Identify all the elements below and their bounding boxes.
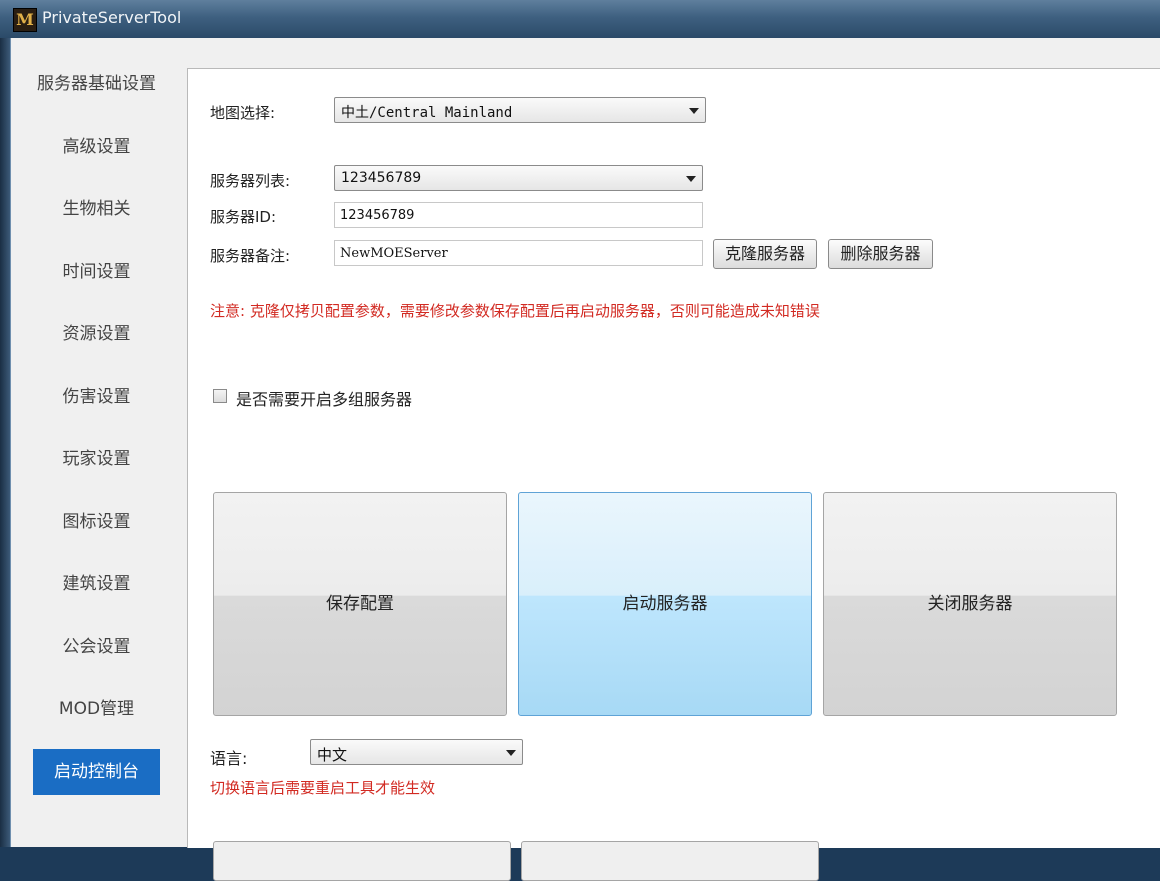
server-id-value: 123456789: [340, 208, 415, 223]
save-config-button[interactable]: 保存配置: [213, 492, 507, 716]
map-select-value: 中土/Central Mainland: [341, 105, 513, 121]
window-title: PrivateServerTool: [42, 8, 182, 27]
sidebar-item-launch-console[interactable]: 启动控制台: [33, 749, 160, 795]
chevron-down-icon: [506, 750, 516, 756]
server-note-label: 服务器备注:: [210, 247, 291, 265]
server-list-label: 服务器列表:: [210, 172, 291, 190]
server-note-field[interactable]: NewMOEServer: [334, 240, 703, 266]
clone-server-button[interactable]: 克隆服务器: [713, 239, 817, 269]
server-list-dropdown[interactable]: 123456789: [334, 165, 703, 191]
chevron-down-icon: [686, 176, 696, 182]
sidebar-item-icon-settings[interactable]: 图标设置: [33, 499, 160, 545]
language-restart-notice: 切换语言后需要重启工具才能生效: [210, 779, 436, 797]
launch-console-panel: 地图选择: 中土/Central Mainland 服务器列表: 1234567…: [187, 68, 1160, 881]
sidebar: 服务器基础设置 高级设置 生物相关 时间设置 资源设置 伤害设置 玩家设置 图标…: [11, 38, 184, 847]
clone-warning-text: 注意: 克隆仅拷贝配置参数，需要修改参数保存配置后再启动服务器，否则可能造成未知…: [210, 302, 820, 320]
multi-group-label[interactable]: 是否需要开启多组服务器: [236, 386, 412, 410]
sidebar-item-basic-settings[interactable]: 服务器基础设置: [33, 61, 160, 107]
app-logo-icon: M: [13, 8, 37, 32]
multi-group-checkbox[interactable]: [213, 389, 227, 403]
sidebar-item-damage-settings[interactable]: 伤害设置: [33, 374, 160, 420]
bottom-button-right[interactable]: [521, 841, 819, 881]
map-select-label: 地图选择:: [210, 104, 276, 122]
sidebar-item-creatures[interactable]: 生物相关: [33, 186, 160, 232]
map-select-dropdown[interactable]: 中土/Central Mainland: [334, 97, 706, 123]
start-server-button[interactable]: 启动服务器: [518, 492, 812, 716]
server-note-value: NewMOEServer: [340, 246, 448, 261]
window-frame-edge: [0, 38, 10, 847]
title-bar[interactable]: M PrivateServerTool: [0, 0, 1160, 38]
delete-server-button[interactable]: 删除服务器: [828, 239, 933, 269]
sidebar-item-mod-management[interactable]: MOD管理: [33, 686, 160, 732]
chevron-down-icon: [689, 108, 699, 114]
server-id-field[interactable]: 123456789: [334, 202, 703, 228]
app-window: 服务器基础设置 高级设置 生物相关 时间设置 资源设置 伤害设置 玩家设置 图标…: [10, 38, 1160, 881]
sidebar-item-guild-settings[interactable]: 公会设置: [33, 624, 160, 670]
language-dropdown[interactable]: 中文: [310, 739, 523, 765]
server-id-label: 服务器ID:: [210, 208, 277, 226]
bottom-button-left[interactable]: [213, 841, 511, 881]
stop-server-button[interactable]: 关闭服务器: [823, 492, 1117, 716]
sidebar-item-building-settings[interactable]: 建筑设置: [33, 561, 160, 607]
sidebar-item-player-settings[interactable]: 玩家设置: [33, 436, 160, 482]
sidebar-item-advanced-settings[interactable]: 高级设置: [33, 124, 160, 170]
sidebar-item-resource-settings[interactable]: 资源设置: [33, 311, 160, 357]
server-list-value: 123456789: [341, 170, 422, 186]
language-value: 中文: [317, 746, 348, 764]
language-label: 语言:: [210, 749, 248, 768]
sidebar-item-time-settings[interactable]: 时间设置: [33, 249, 160, 295]
